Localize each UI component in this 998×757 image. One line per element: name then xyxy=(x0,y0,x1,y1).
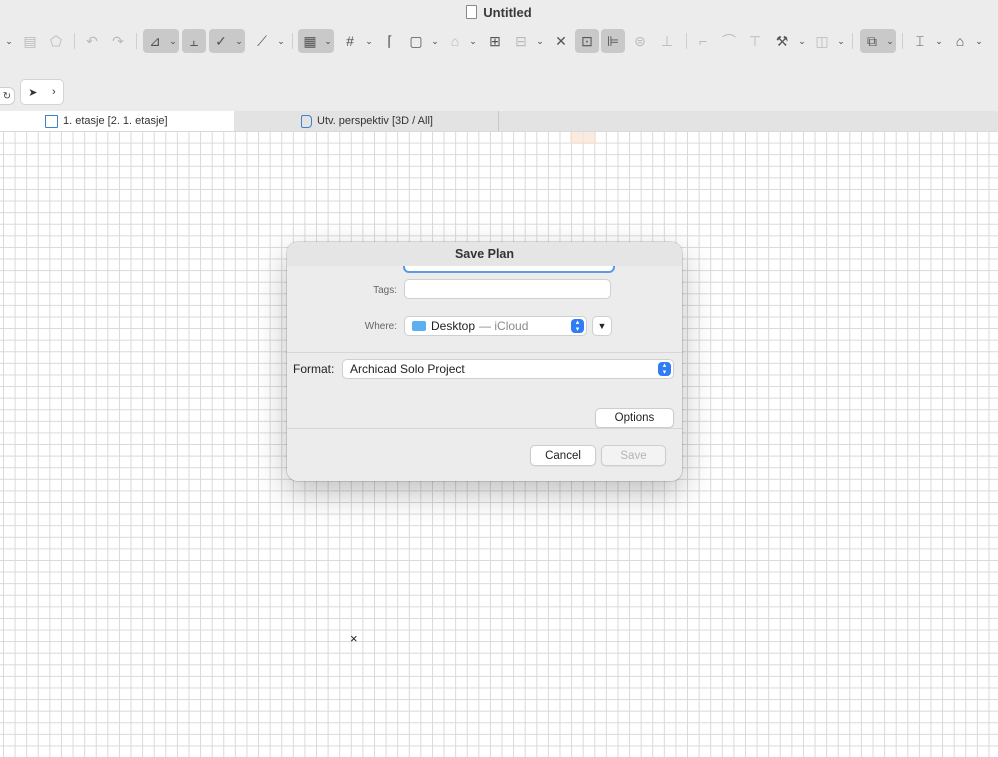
redo-icon[interactable]: ↷ xyxy=(106,29,130,53)
chevron-down-icon: ▼ xyxy=(597,321,607,331)
more-chevron-icon[interactable]: › xyxy=(52,86,56,98)
document-icon xyxy=(466,5,478,19)
snap-icon[interactable]: ⊡ xyxy=(575,29,599,53)
frame-icon[interactable]: ▢ xyxy=(404,29,428,53)
elevate-icon[interactable]: ⊤ xyxy=(743,29,767,53)
rotate-icon[interactable]: ↻ xyxy=(0,87,15,105)
tab-floor-plan[interactable]: 1. etasje [2. 1. etasje] xyxy=(0,111,234,131)
chevron-down-icon[interactable]: ⌄ xyxy=(884,29,896,53)
tick-icon[interactable]: ✓ xyxy=(209,29,233,53)
distribute-icon[interactable]: ⊥ xyxy=(655,29,679,53)
options-button[interactable]: Options xyxy=(595,408,674,428)
format-value: Archicad Solo Project xyxy=(350,362,465,376)
chevron-down-icon[interactable]: ⌄ xyxy=(797,29,807,53)
where-label: Where: xyxy=(364,321,397,332)
toolbar: ⌄ ▤ ⬠ ↶ ↷ ⊿ ⌄ ⫠ ✓ ⌄ ⟋ ⌄ ▦ ⌄ # ⌄ ⌈ ▢ ⌄ ⌂ … xyxy=(0,24,998,58)
tags-field[interactable] xyxy=(404,279,611,299)
format-label: Format: xyxy=(293,362,335,376)
info-box-strip xyxy=(0,58,998,111)
ruler-icon[interactable]: ⊞ xyxy=(483,29,507,53)
divider xyxy=(287,428,682,429)
where-popup[interactable]: Desktop — iCloud ▴ ▾ xyxy=(404,316,587,336)
magic-icon[interactable]: ⚒ xyxy=(770,29,794,53)
3d-view-icon xyxy=(301,114,312,128)
floor-plan-icon xyxy=(45,114,58,128)
save-button[interactable]: Save xyxy=(601,445,666,466)
curve-icon[interactable]: ⌒ xyxy=(717,29,741,53)
tags-label: Tags: xyxy=(373,285,397,296)
window-title: Untitled xyxy=(483,4,532,20)
format-popup[interactable]: Archicad Solo Project ▴ ▾ xyxy=(342,359,674,379)
view-tabs: 1. etasje [2. 1. etasje] Utv. perspektiv… xyxy=(0,111,998,131)
chevron-down-icon[interactable]: ⌄ xyxy=(430,29,440,53)
scissors-icon[interactable]: ✕ xyxy=(549,29,573,53)
chevron-down-icon[interactable]: ⌄ xyxy=(468,29,478,53)
origin-marker xyxy=(570,132,596,144)
stack-icon[interactable]: ⊜ xyxy=(628,29,652,53)
popup-stepper-icon: ▴ ▾ xyxy=(658,362,671,376)
cancel-button[interactable]: Cancel xyxy=(530,445,596,466)
grid-icon[interactable]: # xyxy=(338,29,362,53)
pointer-icon: ➤ xyxy=(28,86,38,99)
chevron-down-icon[interactable]: ⌄ xyxy=(322,29,334,53)
layout-icon[interactable]: ▤ xyxy=(18,29,42,53)
save-as-field[interactable] xyxy=(403,266,615,273)
popup-stepper-icon: ▴ ▾ xyxy=(571,319,584,333)
where-location: — iCloud xyxy=(479,319,529,333)
save-dialog: Save Plan Tags: Where: Desktop — iCloud … xyxy=(287,242,682,481)
align-icon[interactable]: ⊟ xyxy=(509,29,533,53)
tab-label: Utv. perspektiv [3D / All] xyxy=(317,115,433,127)
where-folder: Desktop xyxy=(431,319,476,333)
chevron-down-icon[interactable]: ⌄ xyxy=(276,29,286,53)
plan-icon[interactable]: ▦ xyxy=(298,29,322,53)
divider xyxy=(287,352,682,353)
group-icon[interactable]: ⧉ xyxy=(860,29,884,53)
arrow-tool[interactable]: ➤ › xyxy=(20,79,64,105)
chevron-down-icon[interactable]: ⌄ xyxy=(233,29,245,53)
expand-chevron-button[interactable]: ▼ xyxy=(592,316,612,336)
dialog-title: Save Plan xyxy=(287,242,682,266)
cursor-marker: × xyxy=(350,631,358,646)
lock-icon[interactable]: ⌂ xyxy=(443,29,467,53)
drawing-icon[interactable]: ⬠ xyxy=(44,29,68,53)
chevron-down-icon[interactable]: ⌄ xyxy=(167,29,179,53)
chevron-down-icon[interactable]: ⌄ xyxy=(934,29,944,53)
chevron-down-icon[interactable]: ⌄ xyxy=(4,29,14,53)
baseline-icon[interactable]: ⫠ xyxy=(182,29,206,53)
chevron-down-icon[interactable]: ⌄ xyxy=(836,29,846,53)
panels-icon[interactable]: ◫ xyxy=(810,29,834,53)
chevron-down-icon[interactable]: ⌄ xyxy=(974,29,984,53)
corner-icon[interactable]: ⌈ xyxy=(378,29,402,53)
roof-icon[interactable]: ⌂ xyxy=(948,29,972,53)
undo-icon[interactable]: ↶ xyxy=(80,29,104,53)
folder-icon xyxy=(412,321,426,331)
chevron-down-icon[interactable]: ⌄ xyxy=(535,29,545,53)
tab-label: 1. etasje [2. 1. etasje] xyxy=(63,115,168,127)
angle-icon[interactable]: ⊿ xyxy=(143,29,167,53)
chevron-down-icon[interactable]: ⌄ xyxy=(364,29,374,53)
beam-icon[interactable]: ⌶ xyxy=(908,29,932,53)
slash-icon[interactable]: ⟋ xyxy=(250,29,274,53)
guide-icon[interactable]: ⊫ xyxy=(601,29,625,53)
tab-3d-perspective[interactable]: Utv. perspektiv [3D / All] xyxy=(234,111,498,131)
fillet-icon[interactable]: ⌐ xyxy=(691,29,715,53)
title-bar: Untitled xyxy=(0,0,998,24)
